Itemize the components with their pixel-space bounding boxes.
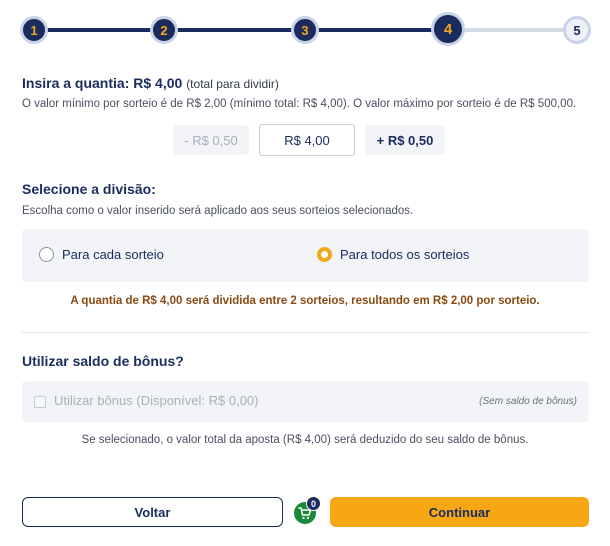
radio-unchecked-icon[interactable] [39,247,54,262]
stepper-line-pending [450,28,570,32]
bonus-note: Se selecionado, o valor total da aposta … [81,434,529,446]
bonus-option: Utilizar bônus (Disponível: R$ 0,00) (Se… [22,381,589,422]
back-button[interactable]: Voltar [22,497,283,527]
step-3: 3 [291,16,319,44]
amount-stepper: - R$ 0,50 R$ 4,00 + R$ 0,50 [173,124,445,156]
division-options: Para cada sorteio Para todos os sorteios [22,229,589,282]
bonus-title: Utilizar saldo de bônus? [22,353,184,369]
step-5: 5 [563,16,591,44]
progress-stepper: 1 2 3 4 5 [0,0,610,60]
decrement-button[interactable]: - R$ 0,50 [173,125,249,155]
amount-title-sub: (total para dividir) [186,77,279,91]
bonus-no-balance-label: (Sem saldo de bônus) [479,396,577,407]
amount-title: Insira a quantia: R$ 4,00 (total para di… [22,75,279,91]
stepper-line-completed [36,28,436,32]
increment-button[interactable]: + R$ 0,50 [365,125,445,155]
amount-limits-text: O valor mínimo por sorteio é de R$ 2,00 … [22,98,577,110]
step-2: 2 [150,16,178,44]
section-divider [22,332,589,333]
bonus-checkbox-label: Utilizar bônus (Disponível: R$ 0,00) [54,393,259,408]
cart-count-badge: 0 [306,496,321,511]
division-description: Escolha como o valor inserido será aplic… [22,205,414,217]
bonus-checkbox[interactable] [34,396,46,408]
division-title: Selecione a divisão: [22,181,156,197]
step-4-current: 4 [431,12,465,46]
step-1: 1 [20,16,48,44]
division-note: A quantia de R$ 4,00 será dividida entre… [70,295,540,307]
continue-button[interactable]: Continuar [330,497,589,527]
radio-option-all-draws[interactable]: Para todos os sorteios [317,247,469,262]
radio-checked-icon[interactable] [317,247,332,262]
radio-option-per-draw[interactable]: Para cada sorteio [39,247,164,262]
amount-input[interactable]: R$ 4,00 [259,124,355,156]
